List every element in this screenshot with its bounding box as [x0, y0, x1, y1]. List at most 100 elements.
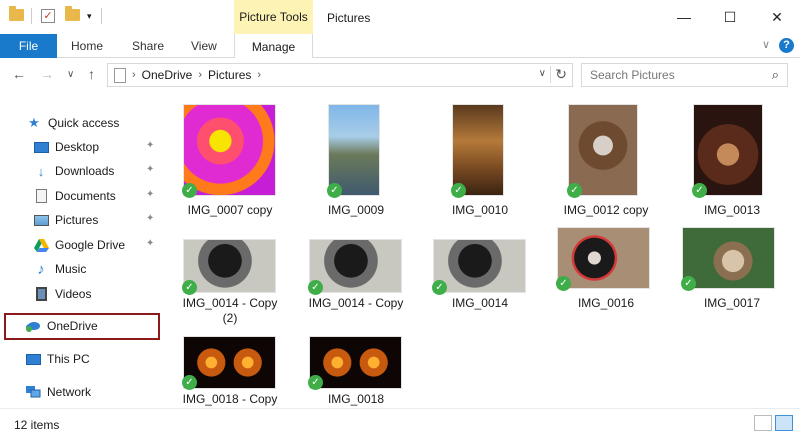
- sidebar-item-google-drive[interactable]: Google Drive ✦: [0, 234, 170, 256]
- tab-manage[interactable]: Manage: [234, 34, 313, 59]
- refresh-icon[interactable]: ↻: [550, 66, 567, 83]
- sidebar-item-onedrive[interactable]: OneDrive: [0, 315, 170, 337]
- maximize-button[interactable]: ☐: [707, 0, 753, 34]
- close-button[interactable]: ✕: [754, 0, 800, 34]
- list-item[interactable]: ✓ IMG_0018 - Copy: [174, 334, 286, 408]
- breadcrumb-separator[interactable]: ›: [198, 69, 202, 81]
- list-item[interactable]: ✓ IMG_0014 - Copy (2): [174, 237, 286, 332]
- pictures-icon: [33, 212, 49, 228]
- list-item[interactable]: ✓ IMG_0016: [550, 225, 662, 320]
- search-input[interactable]: [590, 65, 770, 85]
- file-name[interactable]: IMG_0017: [676, 296, 788, 311]
- sync-status-icon: ✓: [308, 375, 323, 390]
- file-name[interactable]: IMG_0010: [424, 203, 536, 218]
- sidebar-item-documents[interactable]: Documents ✦: [0, 185, 170, 207]
- tab-home[interactable]: Home: [71, 39, 103, 53]
- sidebar-item-desktop[interactable]: Desktop ✦: [0, 136, 170, 158]
- image-thumbnail[interactable]: [557, 227, 650, 289]
- list-item[interactable]: ✓ IMG_0007 copy: [174, 102, 286, 222]
- new-folder-icon[interactable]: [65, 6, 80, 21]
- sidebar-item-this-pc[interactable]: This PC: [0, 348, 170, 370]
- image-thumbnail[interactable]: [682, 227, 775, 289]
- sidebar-item-label: Desktop: [55, 140, 100, 154]
- google-drive-icon: [33, 237, 49, 253]
- forward-icon[interactable]: →: [40, 66, 54, 82]
- sidebar-item-music[interactable]: ♪ Music: [0, 258, 170, 280]
- sidebar-item-label: Quick access: [48, 116, 120, 130]
- image-thumbnail[interactable]: [693, 104, 763, 196]
- location-icon: [114, 67, 126, 83]
- image-thumbnail[interactable]: [433, 239, 526, 293]
- sidebar-item-quick-access[interactable]: ★ Quick access: [0, 112, 170, 134]
- search-icon[interactable]: ⌕: [772, 67, 779, 83]
- recent-locations-icon[interactable]: ∨: [67, 69, 74, 80]
- file-name[interactable]: IMG_0012 copy: [550, 203, 662, 218]
- file-name[interactable]: IMG_0018: [300, 392, 412, 407]
- sidebar-item-label: Google Drive: [55, 238, 126, 252]
- address-bar[interactable]: › OneDrive › Pictures › ∨ ↻: [107, 63, 573, 87]
- list-item[interactable]: ✓ IMG_0009: [300, 102, 412, 222]
- breadcrumb-separator[interactable]: ›: [132, 69, 136, 81]
- qat-separator: [31, 8, 32, 24]
- qat-dropdown-icon[interactable]: ▾: [87, 11, 92, 22]
- file-name[interactable]: IMG_0009: [300, 203, 412, 218]
- breadcrumb-separator[interactable]: ›: [257, 69, 261, 81]
- search-box[interactable]: ⌕: [581, 63, 788, 87]
- list-item[interactable]: ✓ IMG_0018: [300, 334, 412, 408]
- sidebar-item-videos[interactable]: Videos: [0, 283, 170, 305]
- up-icon[interactable]: ↑: [88, 66, 95, 82]
- title-bar: ✓ ▾ Picture Tools Pictures — ☐ ✕: [0, 0, 800, 34]
- sidebar-item-label: Network: [47, 385, 92, 399]
- minimize-button[interactable]: —: [661, 0, 707, 34]
- list-item[interactable]: ✓ IMG_0012 copy: [550, 102, 662, 222]
- file-name[interactable]: IMG_0014 - Copy: [300, 296, 412, 311]
- navigation-bar: ← → ∨ ↑ › OneDrive › Pictures › ∨ ↻ ⌕: [0, 58, 800, 92]
- qat-separator: [101, 8, 102, 24]
- file-name[interactable]: IMG_0014: [424, 296, 536, 311]
- sidebar-item-pictures[interactable]: Pictures ✦: [0, 209, 170, 231]
- details-view-icon[interactable]: [754, 415, 772, 431]
- list-item[interactable]: ✓ IMG_0010: [424, 102, 536, 222]
- sidebar-item-network[interactable]: Network: [0, 381, 170, 403]
- properties-icon[interactable]: ✓: [41, 9, 55, 23]
- tab-share[interactable]: Share: [132, 39, 164, 53]
- sidebar-item-label: OneDrive: [47, 319, 98, 333]
- address-dropdown-icon[interactable]: ∨: [539, 68, 546, 79]
- sidebar-item-label: Downloads: [55, 164, 115, 178]
- file-name[interactable]: IMG_0018 - Copy: [174, 392, 286, 407]
- sync-status-icon: ✓: [692, 183, 707, 198]
- large-icons-view-icon[interactable]: [775, 415, 793, 431]
- tab-file[interactable]: File: [0, 34, 57, 58]
- help-icon[interactable]: ?: [779, 38, 794, 53]
- file-name[interactable]: IMG_0014 - Copy (2): [174, 296, 286, 326]
- file-name[interactable]: IMG_0013: [676, 203, 788, 218]
- list-item[interactable]: ✓ IMG_0013: [676, 102, 788, 222]
- image-thumbnail[interactable]: [183, 239, 276, 293]
- pin-icon[interactable]: ✦: [146, 140, 154, 151]
- image-thumbnail[interactable]: [183, 104, 276, 196]
- file-list: ✓ IMG_0007 copy ✓ IMG_0009 ✓ IMG_0010 ✓ …: [172, 92, 800, 408]
- image-thumbnail[interactable]: [309, 239, 402, 293]
- breadcrumb-onedrive[interactable]: OneDrive: [142, 68, 193, 82]
- download-icon: ↓: [37, 163, 45, 179]
- file-name[interactable]: IMG_0016: [550, 296, 662, 311]
- sync-status-icon: ✓: [182, 183, 197, 198]
- pin-icon[interactable]: ✦: [146, 238, 154, 249]
- pin-icon[interactable]: ✦: [146, 189, 154, 200]
- pin-icon[interactable]: ✦: [146, 213, 154, 224]
- file-name[interactable]: IMG_0007 copy: [174, 203, 286, 218]
- back-icon[interactable]: ←: [12, 66, 26, 82]
- music-icon: ♪: [37, 260, 45, 278]
- sidebar-item-downloads[interactable]: ↓ Downloads ✦: [0, 160, 170, 182]
- list-item[interactable]: ✓ IMG_0014 - Copy: [300, 237, 412, 332]
- tab-view[interactable]: View: [191, 39, 217, 53]
- item-count: 12 items: [14, 418, 60, 432]
- pin-icon[interactable]: ✦: [146, 164, 154, 175]
- image-thumbnail[interactable]: [568, 104, 638, 196]
- breadcrumb-pictures[interactable]: Pictures: [208, 68, 251, 82]
- ribbon-expand-icon[interactable]: ∨: [762, 38, 770, 51]
- list-item[interactable]: ✓ IMG_0017: [676, 225, 788, 320]
- list-item[interactable]: ✓ IMG_0014: [424, 237, 536, 332]
- onedrive-cloud-icon: [25, 318, 41, 334]
- computer-icon: [25, 351, 41, 367]
